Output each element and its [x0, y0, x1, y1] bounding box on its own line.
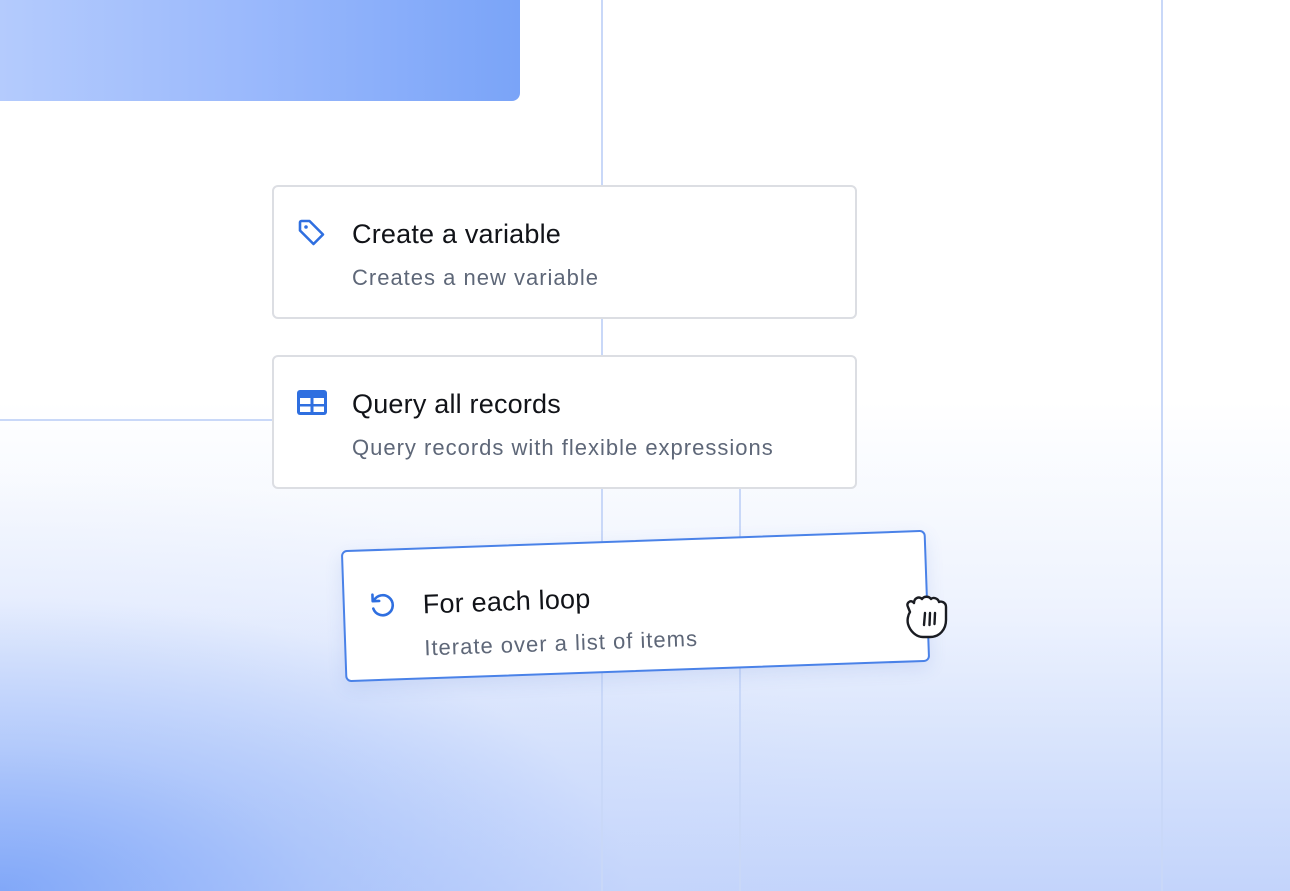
top-banner-block: [0, 0, 520, 101]
grab-hand-icon: [899, 590, 953, 644]
workflow-canvas[interactable]: Create a variable Creates a new variable…: [0, 0, 1290, 891]
action-title: Create a variable: [352, 219, 562, 249]
action-title: For each loop: [422, 583, 591, 620]
action-description: Query records with flexible expressions: [352, 435, 774, 460]
action-title: Query all records: [352, 389, 561, 419]
action-description: Creates a new variable: [352, 265, 600, 290]
connector-line-right: [1161, 0, 1163, 891]
tag-icon: [296, 217, 328, 249]
action-card-query-records[interactable]: Query all records Query records with fle…: [272, 355, 857, 489]
action-description: Iterate over a list of items: [423, 625, 699, 661]
table-icon: [296, 387, 328, 419]
action-card-create-variable[interactable]: Create a variable Creates a new variable: [272, 185, 857, 319]
connector-line-horizontal: [0, 419, 274, 421]
loop-icon: [366, 588, 399, 621]
action-card-for-each-loop[interactable]: For each loop Iterate over a list of ite…: [340, 529, 931, 683]
